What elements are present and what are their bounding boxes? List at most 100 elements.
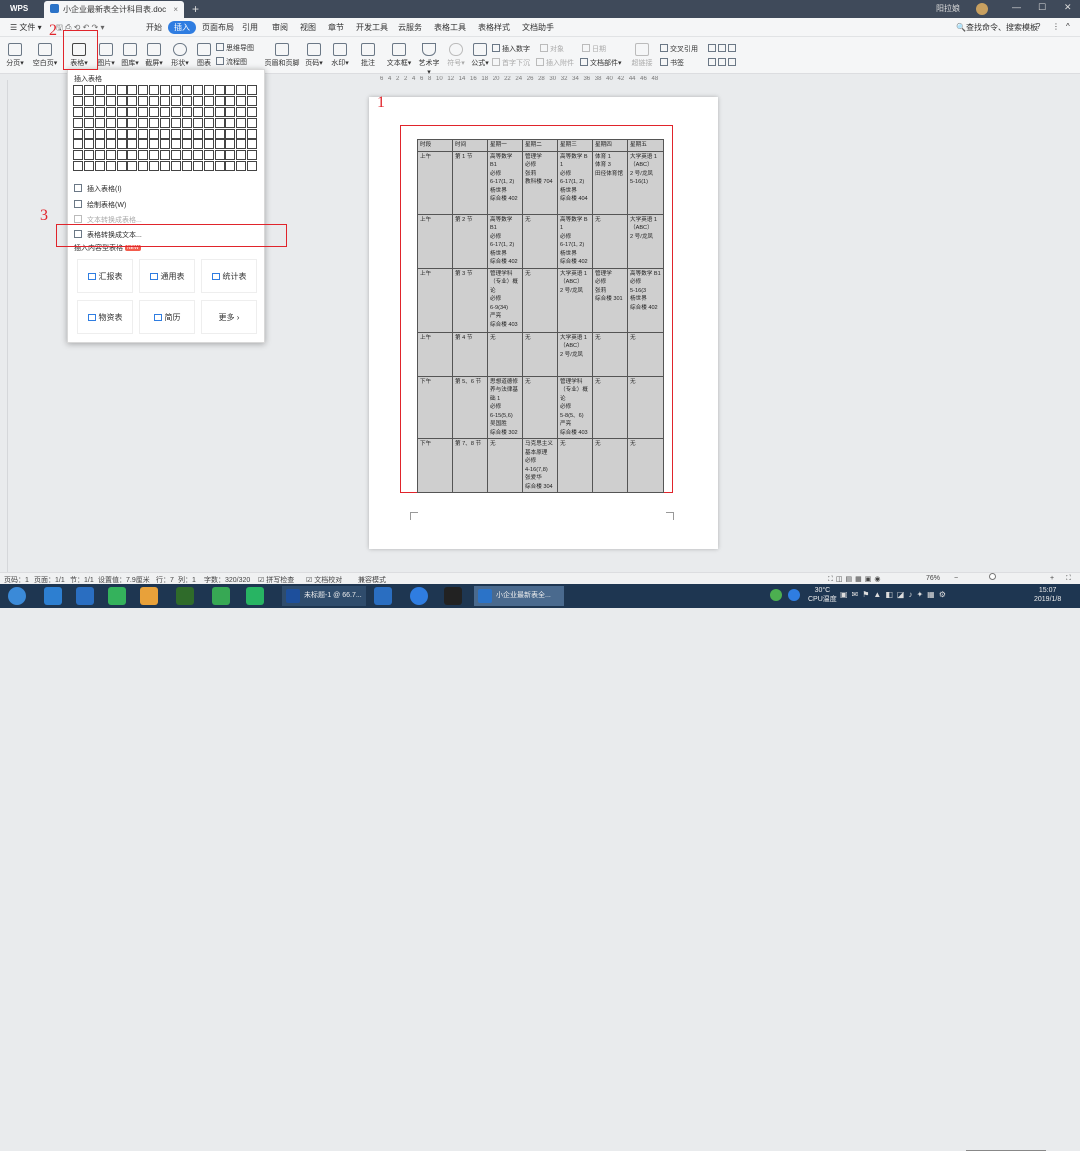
grid-cell[interactable] (203, 85, 214, 95)
draw-table-item[interactable]: 绘制表格(W) (74, 200, 126, 210)
table-cell[interactable]: 上午 (417, 267, 453, 333)
grid-cell[interactable] (149, 106, 160, 117)
maximize-icon[interactable]: ☐ (1038, 2, 1046, 13)
table-cell[interactable]: 上午 (417, 213, 453, 269)
grid-cell[interactable] (73, 95, 83, 106)
wordart-button[interactable]: 艺术字▾ (418, 43, 440, 76)
grid-cell[interactable] (236, 106, 247, 117)
grid-cell[interactable] (214, 150, 225, 161)
document-tab[interactable]: 小企业最新表全计科目表.doc × (44, 1, 184, 18)
grid-cell[interactable] (160, 85, 171, 95)
table-cell[interactable]: 第 2 节 (452, 213, 488, 269)
grid-cell[interactable] (171, 128, 182, 139)
zoom-level[interactable]: 76% (926, 575, 940, 582)
grid-cell[interactable] (94, 150, 105, 161)
grid-cell[interactable] (171, 85, 182, 95)
vertical-ruler[interactable] (0, 80, 8, 580)
grid-cell[interactable] (73, 85, 83, 95)
grid-cell[interactable] (171, 150, 182, 161)
cpu-temperature[interactable]: 30°C CPU温度 (808, 586, 837, 604)
grid-cell[interactable] (116, 150, 127, 161)
grid-cell[interactable] (192, 85, 203, 95)
table-cell[interactable]: 上午 (417, 150, 453, 215)
grid-cell[interactable] (236, 161, 247, 172)
screen-recorder-icon[interactable] (444, 587, 462, 605)
grid-cell[interactable] (138, 150, 149, 161)
grid-cell[interactable] (73, 161, 83, 172)
360-browser-icon[interactable] (212, 587, 230, 605)
avatar[interactable] (976, 3, 988, 15)
grid-cell[interactable] (160, 106, 171, 117)
ribbon-extra-icons-1[interactable] (708, 44, 738, 53)
grid-cell[interactable] (247, 139, 258, 150)
grid-cell[interactable] (94, 106, 105, 117)
grid-cell[interactable] (247, 128, 258, 139)
table-cell[interactable]: 管理学 必修 张莉 综合楼 301 (592, 267, 628, 333)
view-mode-icons[interactable]: ⛶◫▤▦▣◉ (828, 575, 883, 584)
menu-home[interactable]: 开始 (146, 22, 162, 33)
menu-table-style[interactable]: 表格样式 (478, 22, 510, 33)
grid-cell[interactable] (94, 117, 105, 128)
insert-number-button[interactable]: 插入数字 (492, 44, 530, 54)
grid-cell[interactable] (192, 95, 203, 106)
gallery-button[interactable]: 图库▾ (120, 43, 140, 68)
mind-map-button[interactable]: 思维导图 (216, 43, 254, 53)
grid-cell[interactable] (105, 95, 116, 106)
table-cell[interactable]: 星期五 (627, 139, 664, 152)
grid-cell[interactable] (83, 150, 94, 161)
grid-cell[interactable] (149, 95, 160, 106)
shape-button[interactable]: 形状▾ (170, 43, 190, 68)
grid-cell[interactable] (181, 128, 192, 139)
table-cell[interactable]: 星期二 (522, 139, 558, 152)
grid-cell[interactable] (181, 161, 192, 172)
insert-attachment-button[interactable]: 插入附件 (536, 58, 574, 68)
menu-chapter[interactable]: 章节 (328, 22, 344, 33)
tray-app-icon[interactable] (788, 589, 800, 601)
menu-file[interactable]: ☰ 文件 ▾ (10, 22, 42, 33)
picture-button[interactable]: 图片▾ (96, 43, 116, 68)
table-cell[interactable]: 高等数学 B1 必修 6-17(1, 2) 杨世界 综合楼 402 (487, 213, 523, 269)
grid-cell[interactable] (127, 139, 138, 150)
k-app-icon[interactable] (410, 587, 428, 605)
grid-cell[interactable] (160, 150, 171, 161)
table-cell[interactable]: 大学英语 1 （ABC） 2 号/龙凤 (557, 331, 593, 377)
grid-cell[interactable] (203, 161, 214, 172)
horizontal-ruler[interactable]: 6 4 2 2 4 6 8 10 12 14 16 18 20 22 24 26… (380, 76, 720, 84)
grid-cell[interactable] (116, 95, 127, 106)
grid-cell[interactable] (192, 139, 203, 150)
table-cell[interactable]: 思想道德修养与法律基础 1 必修 6-15(5,6) 吴国胜 综合楼 302 (487, 375, 523, 439)
grid-cell[interactable] (105, 85, 116, 95)
blank-page-button[interactable]: 空白页▾ (32, 43, 58, 68)
table-cell[interactable]: 星期一 (487, 139, 523, 152)
system-tray-icons[interactable]: ▣✉⚑▲◧◪♪✦▦⚙ (840, 590, 950, 599)
grid-cell[interactable] (192, 161, 203, 172)
grid-cell[interactable] (127, 128, 138, 139)
table-cell[interactable]: 无 (592, 438, 628, 493)
menu-view[interactable]: 视图 (300, 22, 316, 33)
grid-cell[interactable] (225, 139, 236, 150)
taskbar-photoshop[interactable]: 未标题-1 @ 66.7... (282, 586, 366, 606)
hyperlink-button[interactable]: 超链接 (630, 43, 654, 68)
windows-start-icon[interactable] (8, 587, 26, 605)
table-cell[interactable]: 无 (522, 213, 558, 269)
grid-cell[interactable] (214, 128, 225, 139)
grid-cell[interactable] (105, 128, 116, 139)
table-cell[interactable]: 高等数学 B1 必修 6-17(1, 2) 杨世界 综合楼 404 (557, 150, 593, 215)
grid-cell[interactable] (149, 150, 160, 161)
timetable[interactable]: 时段 时间 星期一 星期二 星期三 星期四 星期五 上午第 1 节高等数学 B1 必修 6-1… (417, 139, 664, 493)
grid-cell[interactable] (225, 85, 236, 95)
grid-cell[interactable] (192, 106, 203, 117)
table-cell[interactable]: 大学英语 1 （ABC） 2 号/龙凤 (557, 267, 593, 333)
grid-cell[interactable] (203, 139, 214, 150)
command-search[interactable]: 🔍查找命令、搜索模板 (956, 22, 1038, 33)
table-cell[interactable]: 无 (487, 331, 523, 377)
grid-cell[interactable] (116, 139, 127, 150)
table-cell[interactable]: 马克思主义基本原理 必修 4-16(7,8) 张爱华 综合楼 304 (522, 438, 558, 493)
template-supplies[interactable]: 物资表 (77, 300, 133, 334)
table-cell[interactable]: 无 (557, 438, 593, 493)
grid-cell[interactable] (127, 117, 138, 128)
clock[interactable]: 15:07 2019/1/8 (1034, 586, 1061, 604)
grid-cell[interactable] (214, 106, 225, 117)
grid-cell[interactable] (171, 95, 182, 106)
taskbar-wps-doc[interactable]: 小企业最新表全... (474, 586, 564, 606)
